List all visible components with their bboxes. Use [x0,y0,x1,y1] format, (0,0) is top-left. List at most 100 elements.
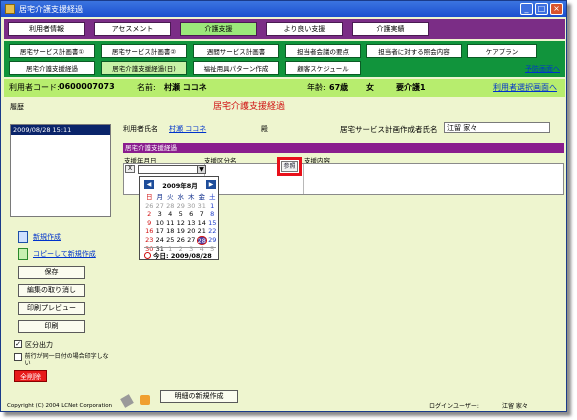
calendar-day[interactable]: 3 [155,210,166,219]
pen-icon[interactable] [120,394,134,408]
tab-user-info[interactable]: 利用者情報 [8,22,85,36]
calendar-day[interactable]: 5 [176,210,187,219]
calendar-day[interactable]: 27 [155,202,166,211]
calendar-day[interactable]: 1 [207,202,218,211]
tab-assessment[interactable]: アセスメント [94,22,171,36]
calendar-day[interactable]: 28 [196,235,207,245]
calendar-day[interactable]: 23 [144,236,155,245]
reference-button[interactable]: 参照 [281,161,298,172]
copy-create-label: コピーして新規作成 [33,250,96,258]
section-output-checkbox[interactable]: ✓ [14,340,22,348]
history-item[interactable]: 2009/08/28 15:11 [11,125,110,135]
calendar-day[interactable]: 11 [165,219,176,228]
tab-care-records[interactable]: 介護実績 [352,22,429,36]
calendar-day[interactable]: 29 [176,202,187,211]
planner-name-field[interactable]: 江留 家々 [444,122,550,133]
user-name-label: 利用者氏名 [123,125,158,133]
new-create-link[interactable]: 新規作成 [18,231,61,243]
submenu-customer-schedule[interactable]: 顧客スケジュール [285,61,361,75]
calendar-day[interactable]: 16 [144,227,155,236]
calendar-day[interactable]: 9 [144,219,155,228]
submenu-inquiry[interactable]: 担当者に対する照会内容 [366,44,462,58]
section-output-option[interactable]: ✓ 区分出力 [14,340,53,350]
calendar-day[interactable]: 15 [207,219,218,228]
row-delete-marker[interactable]: X [125,165,135,173]
submenu-support-progress[interactable]: 居宅介護支援経過 [9,61,95,75]
date-combo[interactable]: ▼ [138,165,206,174]
calendar-day[interactable]: 29 [207,236,218,245]
tab-better-support[interactable]: より良い支援 [266,22,343,36]
calendar-day[interactable]: 17 [155,227,166,236]
grid-divider [303,164,304,194]
submenu-plan-1[interactable]: 居宅サービス計画書① [9,44,95,58]
calendar-day[interactable]: 14 [197,219,208,228]
submenu-care-plan[interactable]: ケアプラン [467,44,537,58]
planner-label: 居宅サービス計画作成者氏名 [340,125,438,134]
tab-care-support[interactable]: 介護支援 [180,22,257,36]
calendar-day[interactable]: 4 [165,210,176,219]
submenu-plan-2[interactable]: 居宅サービス計画書② [101,44,187,58]
calendar-weekday: 日 [146,193,153,201]
calendar-day[interactable]: 13 [186,219,197,228]
save-button[interactable]: 保存 [18,266,85,279]
calendar-day[interactable]: 22 [207,227,218,236]
calendar-day[interactable]: 8 [207,210,218,219]
close-icon[interactable]: × [550,3,563,15]
copy-create-link[interactable]: コピーして新規作成 [18,248,96,260]
history-list[interactable]: 2009/08/28 15:11 [10,124,111,217]
submenu-welfare-equipment[interactable]: 福祉用具パターン作成 [193,61,279,75]
calendar-day[interactable]: 28 [165,202,176,211]
bottom-bar: Copyright (C) 2004 LCNet Corporation 明細の… [4,388,565,412]
calendar-day[interactable]: 21 [197,227,208,236]
maximize-icon[interactable]: □ [535,3,548,15]
calendar-day[interactable]: 19 [176,227,187,236]
chevron-down-icon[interactable]: ▼ [197,166,205,173]
section-header: 居宅介護支援経過 [123,143,564,153]
calendar-weekday: 木 [188,193,195,201]
calendar-day[interactable]: 27 [186,236,197,245]
prev-month-icon[interactable]: ◀ [144,180,154,189]
calendar-day[interactable]: 2 [144,210,155,219]
submenu-meeting-points[interactable]: 担当者会議の要点 [285,44,361,58]
calendar-day[interactable]: 20 [186,227,197,236]
calendar-header: ◀ 2009年8月 ▶ [144,180,216,190]
calendar-day[interactable]: 10 [155,219,166,228]
user-code-label: 利用者コード: [9,83,60,92]
print-preview-button[interactable]: 印刷プレビュー [18,302,85,315]
calendar-today[interactable]: 今日: 2009/08/28 [144,250,212,260]
next-month-icon[interactable]: ▶ [206,180,216,189]
today-label: 今日: 2009/08/28 [153,252,212,260]
calendar-weekday: 金 [198,193,206,201]
submenu-weekly-plan[interactable]: 週間サービス計画書 [193,44,279,58]
prevention-screen-link[interactable]: 予防画面へ [525,64,560,74]
date-picker-calendar[interactable]: ◀ 2009年8月 ▶ 日月火水木金土 26 27 28 29 30 31 1 2 3 4 5 6 7 8 9… [139,176,219,260]
calendar-day[interactable]: 26 [144,202,155,211]
print-button[interactable]: 印刷 [18,320,85,333]
calendar-day[interactable]: 31 [197,202,208,211]
calendar-week-row: 23 24 25 26 27 28 29 [144,235,218,245]
calendar-day[interactable]: 18 [165,227,176,236]
calendar-day[interactable]: 26 [176,236,187,245]
main-window: 居宅介護支援経過 _ □ × 利用者情報 アセスメント 介護支援 より良い支援 … [0,0,567,412]
age-label: 年齢: [307,83,326,92]
calendar-day[interactable]: 7 [197,210,208,219]
same-day-option[interactable]: 前行が同一日付の場合印字しない [14,353,109,367]
copyright-text: Copyright (C) 2004 LCNet Corporation [7,403,113,409]
minimize-icon[interactable]: _ [520,3,533,15]
calendar-day[interactable]: 25 [165,236,176,245]
user-select-link[interactable]: 利用者選択画面へ [493,82,557,93]
calendar-day[interactable]: 12 [176,219,187,228]
cancel-edit-button[interactable]: 編集の取り消し [18,284,85,297]
care-level-value: 要介護1 [396,83,426,92]
calendar-day[interactable]: 30 [186,202,197,211]
submenu-support-progress-daily[interactable]: 居宅介護支援経過(日) [101,61,187,75]
new-detail-button[interactable]: 明細の新規作成 [160,390,238,403]
delete-all-button[interactable]: 全削除 [14,370,47,382]
gender-value: 女 [366,83,374,92]
note-icon[interactable] [140,395,150,405]
window-title: 居宅介護支援経過 [19,4,83,14]
calendar-weekday-row: 日月火水木金土 [144,193,218,202]
calendar-day[interactable]: 6 [186,210,197,219]
calendar-day[interactable]: 24 [155,236,166,245]
same-day-checkbox[interactable] [14,353,22,361]
